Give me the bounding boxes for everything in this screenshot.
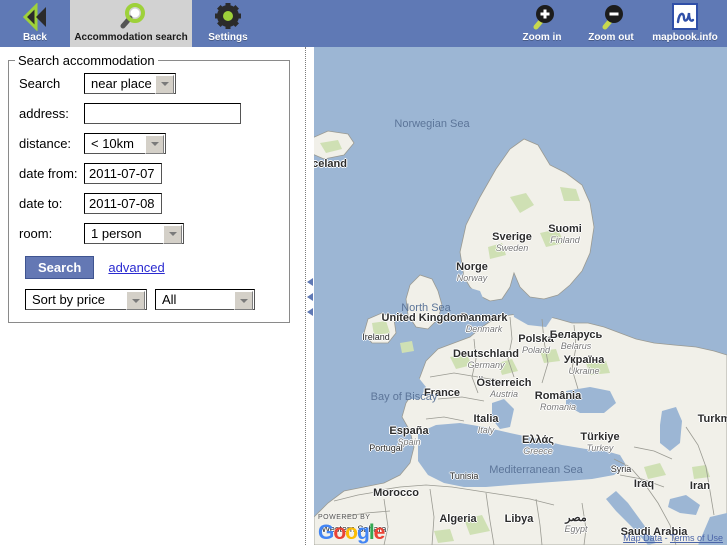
results-filter-row: Sort by price All — [25, 289, 289, 310]
search-action-row: Search advanced — [25, 256, 289, 279]
distance-label: distance: — [19, 135, 72, 151]
chevron-left-icon — [306, 278, 313, 287]
zoom-in-button-label: Zoom in — [522, 32, 562, 43]
tab-accommodation-search[interactable]: Accommodation search — [70, 0, 192, 47]
search-submit-button[interactable]: Search — [25, 256, 95, 279]
app-window: Back Accommodation search Settings Zoom … — [0, 0, 727, 545]
distance-select[interactable]: < 10km — [84, 132, 166, 154]
tab-accommodation-search-label: Accommodation search — [74, 32, 188, 43]
mapbook-info-button[interactable]: mapbook.info — [648, 0, 722, 47]
zoom-in-button[interactable]: Zoom in — [512, 0, 572, 47]
search-accommodation-fieldset: Search accommodation Search near place a… — [8, 53, 290, 323]
panel-collapse-handle[interactable] — [305, 275, 314, 319]
zoom-out-button[interactable]: Zoom out — [578, 0, 644, 47]
back-button-label: Back — [23, 32, 47, 43]
field-row-distance: distance: < 10km — [19, 128, 289, 158]
search-panel: Search accommodation Search near place a… — [0, 47, 306, 545]
map-attribution: Map Data - Terms of Use — [623, 533, 723, 543]
field-row-search: Search near place — [19, 68, 289, 98]
room-label: room: — [19, 225, 53, 241]
gear-icon — [213, 2, 243, 32]
field-row-date-from: date from: — [19, 158, 289, 188]
date-from-label: date from: — [19, 165, 78, 181]
field-row-room: room: 1 person — [19, 218, 289, 248]
date-to-label: date to: — [19, 195, 63, 211]
distance-dropdown[interactable]: < 10km — [84, 132, 166, 154]
search-accommodation-legend: Search accommodation — [18, 53, 155, 68]
search-mode-dropdown[interactable]: near place — [84, 72, 176, 94]
chevron-left-icon — [306, 307, 313, 316]
google-wordmark: Google — [318, 521, 385, 544]
settings-button-label: Settings — [208, 32, 248, 43]
zoom-in-icon — [527, 2, 557, 32]
search-label: Search — [19, 75, 61, 91]
back-arrow-icon — [20, 2, 50, 32]
filter-dropdown[interactable]: All — [155, 289, 255, 310]
settings-button[interactable]: Settings — [196, 0, 260, 47]
map-viewport[interactable]: .land { fill:#f1f0e9; stroke:#9a9a92; st… — [314, 47, 727, 545]
field-row-address: address: — [19, 98, 289, 128]
room-select[interactable]: 1 person — [84, 222, 184, 244]
mapbook-logo-icon — [671, 2, 699, 32]
map-data-link[interactable]: Map Data — [623, 533, 662, 543]
zoom-out-icon — [596, 2, 626, 32]
zoom-out-button-label: Zoom out — [588, 32, 634, 43]
mapbook-info-button-label: mapbook.info — [652, 32, 718, 43]
chevron-left-icon — [306, 292, 313, 301]
address-input[interactable] — [84, 102, 241, 124]
search-mode-select[interactable]: near place — [84, 72, 176, 94]
magnifier-icon — [115, 2, 147, 32]
back-button[interactable]: Back — [6, 0, 64, 47]
field-row-date-to: date to: — [19, 188, 289, 218]
sort-dropdown[interactable]: Sort by price — [25, 289, 147, 310]
advanced-link[interactable]: advanced — [108, 260, 164, 275]
google-logo: POWERED BY Google — [318, 514, 385, 544]
date-from-input[interactable] — [84, 162, 162, 184]
terms-of-use-link[interactable]: Terms of Use — [670, 533, 723, 543]
address-label: address: — [19, 105, 69, 121]
map-geometry: .land { fill:#f1f0e9; stroke:#9a9a92; st… — [314, 47, 727, 545]
toolbar: Back Accommodation search Settings Zoom … — [0, 0, 727, 47]
date-to-input[interactable] — [84, 192, 162, 214]
room-dropdown[interactable]: 1 person — [84, 222, 184, 244]
sort-select[interactable]: Sort by price — [25, 289, 147, 310]
filter-select[interactable]: All — [155, 289, 255, 310]
attrib-separator: - — [662, 533, 670, 543]
